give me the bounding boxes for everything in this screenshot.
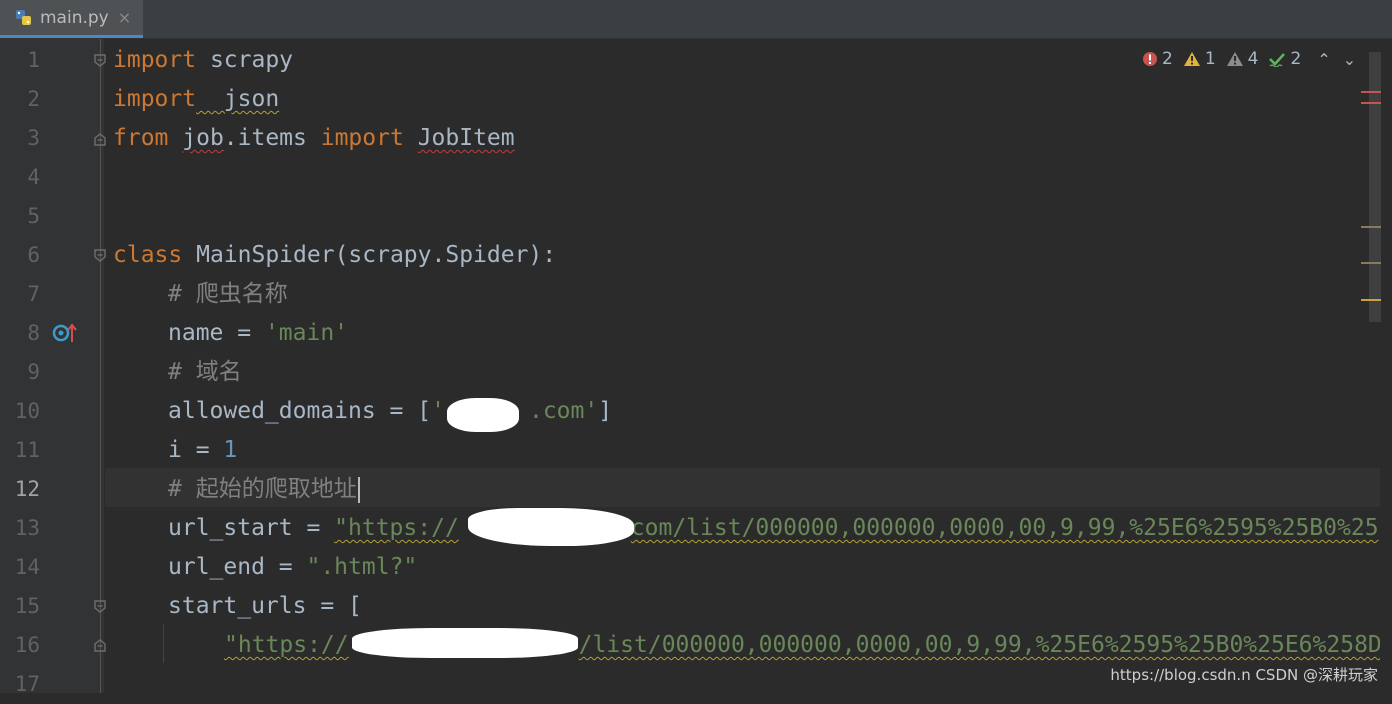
weak-warnings-indicator[interactable]: 4 <box>1226 49 1259 69</box>
identifier: scrapy <box>196 47 294 73</box>
typo-check-icon <box>1269 53 1286 67</box>
line-number: 16 <box>14 633 40 657</box>
warning-stripe-mark[interactable] <box>1361 262 1381 264</box>
line-number-current: 12 <box>14 477 40 501</box>
line-number: 15 <box>14 594 40 618</box>
identifier: i = <box>168 437 224 463</box>
watermark: https://blog.csdn.n CSDN @深耕玩家 <box>1110 666 1378 684</box>
code-line-15[interactable]: start_urls = [ <box>168 587 362 626</box>
comment: # 起始的爬取地址 <box>168 476 357 502</box>
error-stripe-mark[interactable] <box>1361 91 1381 93</box>
redaction-mark <box>352 628 578 658</box>
keyword: from <box>113 125 169 151</box>
keyword: import <box>320 125 404 151</box>
identifier: ] <box>598 398 613 424</box>
line-number: 7 <box>27 282 40 306</box>
code-line-3[interactable]: from job.items import JobItem <box>113 119 515 158</box>
string-literal: "https:// <box>224 632 349 658</box>
code-line-9[interactable]: # 域名 <box>168 353 242 392</box>
code-line-7[interactable]: # 爬虫名称 <box>168 275 288 314</box>
identifier: name = <box>168 320 265 346</box>
string-literal: 'main' <box>264 320 349 346</box>
keyword: import <box>113 86 197 112</box>
line-number-gutter: 1 2 3 4 5 6 7 8 9 10 11 12 13 14 15 16 1… <box>0 39 104 696</box>
warning-stripe-mark[interactable] <box>1361 299 1381 301</box>
errors-count: 2 <box>1162 49 1173 69</box>
line-number: 2 <box>27 87 40 111</box>
keyword: import <box>113 47 197 73</box>
comment: # 爬虫名称 <box>168 281 288 307</box>
string-literal: ".html?" <box>306 554 418 580</box>
redaction-mark <box>447 398 519 432</box>
line-number: 14 <box>14 555 40 579</box>
code-line-1[interactable]: import scrapy <box>113 41 293 80</box>
next-problem-icon[interactable]: ⌄ <box>1343 50 1356 69</box>
python-file-icon <box>16 9 31 25</box>
fold-marker-icon[interactable] <box>93 132 107 146</box>
close-icon[interactable]: × <box>118 8 131 27</box>
code-line-6[interactable]: class MainSpider(scrapy.Spider): <box>113 236 556 275</box>
line-number: 4 <box>27 165 40 189</box>
code-line-11[interactable]: i = 1 <box>168 431 237 470</box>
line-number: 5 <box>27 204 40 228</box>
inspection-widget[interactable]: 2 1 4 2 ⌃ ⌄ <box>1142 47 1356 71</box>
identifier: json <box>196 86 280 112</box>
fold-marker-icon[interactable] <box>93 54 107 68</box>
identifier: url_end = <box>168 554 307 580</box>
errors-indicator[interactable]: 2 <box>1142 49 1173 69</box>
comment: # 域名 <box>168 359 242 385</box>
code-line-8[interactable]: name = 'main' <box>168 314 348 353</box>
code-line-13[interactable]: url_start = "https:// com/list/000000,000… <box>168 509 1379 548</box>
fold-marker-icon[interactable] <box>93 638 107 652</box>
identifier: MainSpider(scrapy.Spider): <box>182 242 557 268</box>
module-name: job <box>182 125 224 151</box>
line-number: 17 <box>14 672 40 696</box>
error-stripe-mark[interactable] <box>1361 102 1381 104</box>
weak-warnings-count: 4 <box>1247 49 1259 69</box>
line-number: 10 <box>14 399 40 423</box>
line-number: 11 <box>14 438 40 462</box>
redaction-mark <box>468 508 634 546</box>
weak-warning-icon <box>1226 52 1243 66</box>
keyword: class <box>113 242 183 268</box>
line-number: 8 <box>27 321 40 345</box>
number-literal: 1 <box>223 437 238 463</box>
class-name: JobItem <box>417 125 515 151</box>
indent-guide <box>163 624 164 663</box>
line-number: 3 <box>27 126 40 150</box>
tab-main-py[interactable]: main.py × <box>0 0 143 38</box>
warning-icon <box>1183 52 1200 66</box>
identifier: .items <box>223 125 321 151</box>
previous-problem-icon[interactable]: ⌃ <box>1317 50 1330 69</box>
fold-marker-icon[interactable] <box>93 600 107 614</box>
code-line-10[interactable]: allowed_domains = [' .com'] <box>168 392 612 431</box>
typos-count: 2 <box>1290 49 1302 69</box>
overrides-method-icon[interactable] <box>52 322 78 344</box>
warnings-count: 1 <box>1204 49 1216 69</box>
line-number: 6 <box>27 243 40 267</box>
warning-stripe-mark[interactable] <box>1361 226 1381 228</box>
line-number: 13 <box>14 516 40 540</box>
string-literal: com/list/000000,000000,0000,00,9,99,%25E… <box>630 515 1379 541</box>
error-icon <box>1143 52 1157 66</box>
string-literal: .com' <box>528 398 599 424</box>
line-number: 9 <box>27 360 40 384</box>
tab-label: main.py <box>40 7 109 28</box>
identifier: allowed_domains = [ <box>168 398 432 424</box>
identifier: url_start = <box>168 515 335 541</box>
vertical-scrollbar[interactable] <box>1380 39 1392 693</box>
typos-indicator[interactable]: 2 <box>1268 49 1301 69</box>
code-line-12[interactable]: # 起始的爬取地址 <box>168 470 360 509</box>
string-literal: "https:// <box>334 515 459 541</box>
string-literal: ' <box>431 398 445 424</box>
line-number: 1 <box>27 48 40 72</box>
identifier: start_urls = [ <box>168 593 362 619</box>
code-line-14[interactable]: url_end = ".html?" <box>168 548 417 587</box>
warnings-indicator[interactable]: 1 <box>1183 49 1216 69</box>
string-literal: /list/000000,000000,0000,00,9,99,%25E6%2… <box>578 632 1382 658</box>
text-caret <box>357 476 360 503</box>
editor-tab-bar: main.py × <box>0 0 1392 39</box>
fold-marker-icon[interactable] <box>93 249 107 263</box>
code-line-2[interactable]: import json <box>113 80 279 119</box>
